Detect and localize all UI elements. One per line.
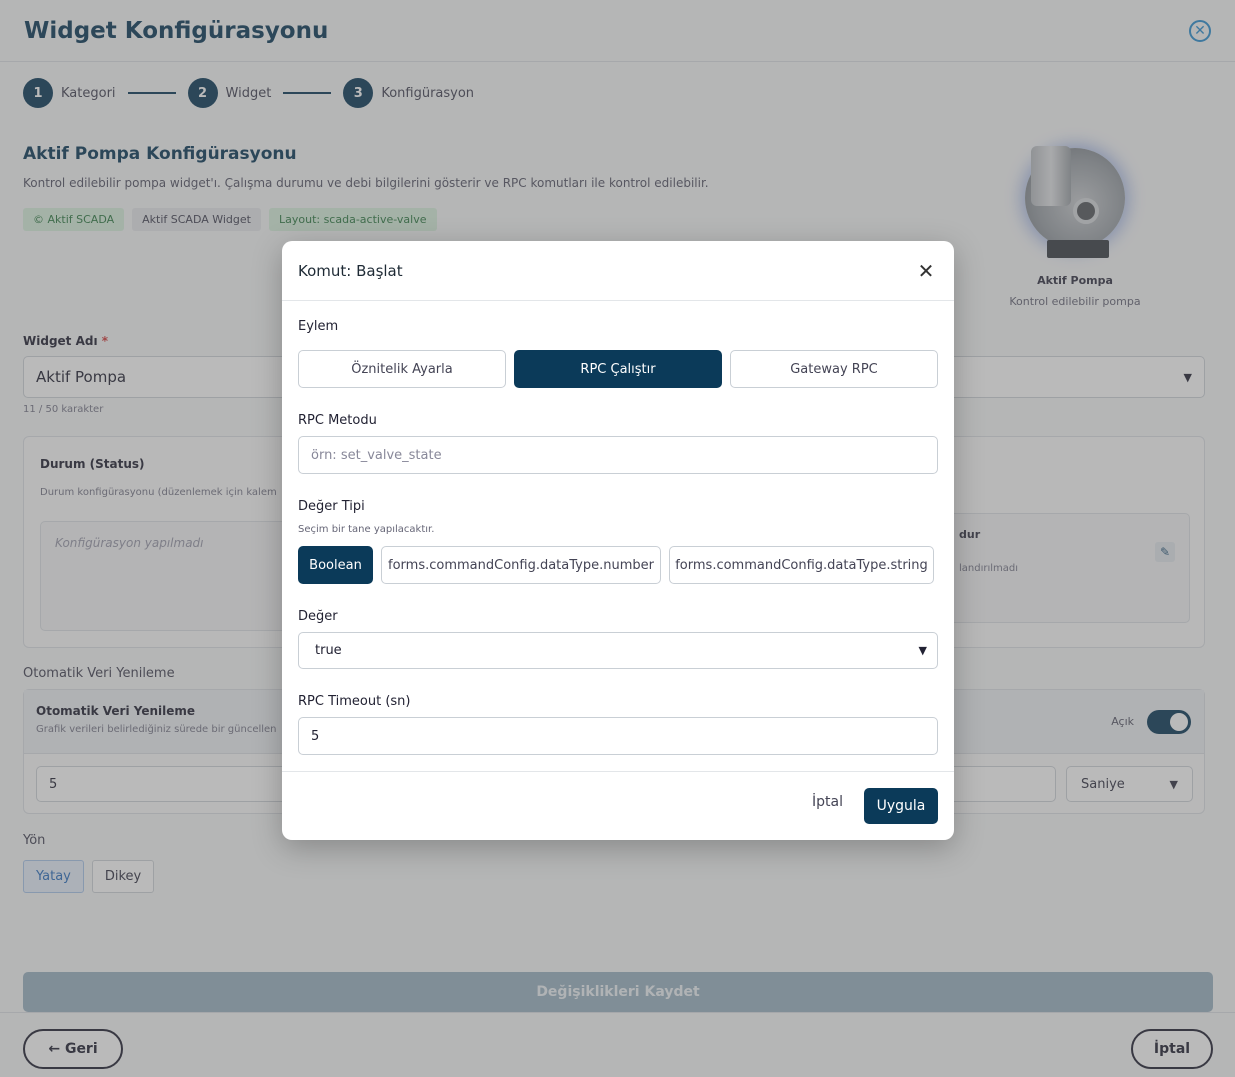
value-type-number-button[interactable]: forms.commandConfig.dataType.number: [381, 546, 661, 584]
value-label: Değer: [298, 609, 338, 624]
value-type-label: Değer Tipi: [298, 499, 365, 514]
value-selected: true: [315, 643, 342, 658]
chevron-down-icon: ▼: [918, 644, 927, 657]
value-type-hint: Seçim bir tane yapılacaktır.: [298, 524, 435, 535]
rpc-method-label: RPC Metodu: [298, 413, 377, 428]
close-icon[interactable]: ✕: [914, 259, 938, 283]
value-select[interactable]: true ▼: [298, 632, 938, 669]
action-set-attribute-button[interactable]: Öznitelik Ayarla: [298, 350, 506, 388]
action-rpc-button[interactable]: RPC Çalıştır: [514, 350, 722, 388]
rpc-method-input[interactable]: örn: set_valve_state: [298, 436, 938, 474]
action-label: Eylem: [298, 319, 339, 334]
apply-button[interactable]: Uygula: [864, 788, 938, 824]
value-type-boolean-button[interactable]: Boolean: [298, 546, 373, 584]
timeout-label: RPC Timeout (sn): [298, 694, 411, 709]
action-gateway-rpc-button[interactable]: Gateway RPC: [730, 350, 938, 388]
modal-cancel-button[interactable]: İptal: [812, 794, 843, 810]
modal-title: Komut: Başlat: [298, 261, 403, 280]
command-modal: Komut: Başlat ✕ Eylem Öznitelik Ayarla R…: [282, 241, 954, 840]
value-type-string-button[interactable]: forms.commandConfig.dataType.string: [669, 546, 934, 584]
timeout-input[interactable]: 5: [298, 717, 938, 755]
modal-footer: İptal Uygula: [282, 771, 954, 840]
modal-header: Komut: Başlat ✕: [282, 241, 954, 301]
